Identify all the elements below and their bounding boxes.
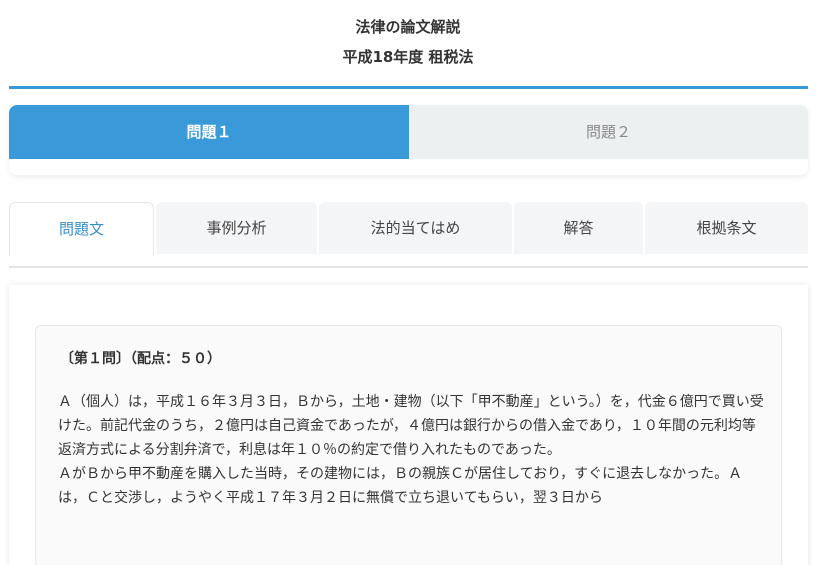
header-divider [9,86,808,89]
tab-question-text[interactable]: 問題文 [9,202,154,256]
question-body: Ａ（個人）は，平成１６年３月３日，Ｂから，土地・建物（以下「甲不動産」という。）… [58,390,768,510]
page-header: 法律の論文解説 平成18年度 租税法 [0,0,816,90]
tab-answer[interactable]: 解答 [514,202,643,254]
question-box: 〔第１問〕（配点：５０） Ａ（個人）は，平成１６年３月３日，Ｂから，土地・建物（… [35,325,782,565]
problem-tab-bar: 問題１ 問題２ [9,105,808,175]
question-paragraph: ＡがＢから甲不動産を購入した当時，その建物には，Ｂの親族Ｃが居住しており，すぐに… [58,466,743,506]
page-title: 法律の論文解説 [355,18,461,36]
page-subtitle: 平成18年度 租税法 [342,48,474,66]
content-panel: 〔第１問〕（配点：５０） Ａ（個人）は，平成１６年３月３日，Ｂから，土地・建物（… [9,285,808,565]
question-paragraph: Ａ（個人）は，平成１６年３月３日，Ｂから，土地・建物（以下「甲不動産」という。）… [58,394,764,458]
tabs-divider [9,266,808,268]
section-tab-bar: 問題文 事例分析 法的当てはめ 解答 根拠条文 [9,202,808,268]
question-heading: 〔第１問〕（配点：５０） [60,351,221,367]
tab-problem-2[interactable]: 問題２ [409,105,808,159]
tab-statutes[interactable]: 根拠条文 [645,202,808,254]
tab-problem-1[interactable]: 問題１ [9,105,409,159]
tab-legal-application[interactable]: 法的当てはめ [319,202,512,254]
tab-case-analysis[interactable]: 事例分析 [156,202,317,254]
